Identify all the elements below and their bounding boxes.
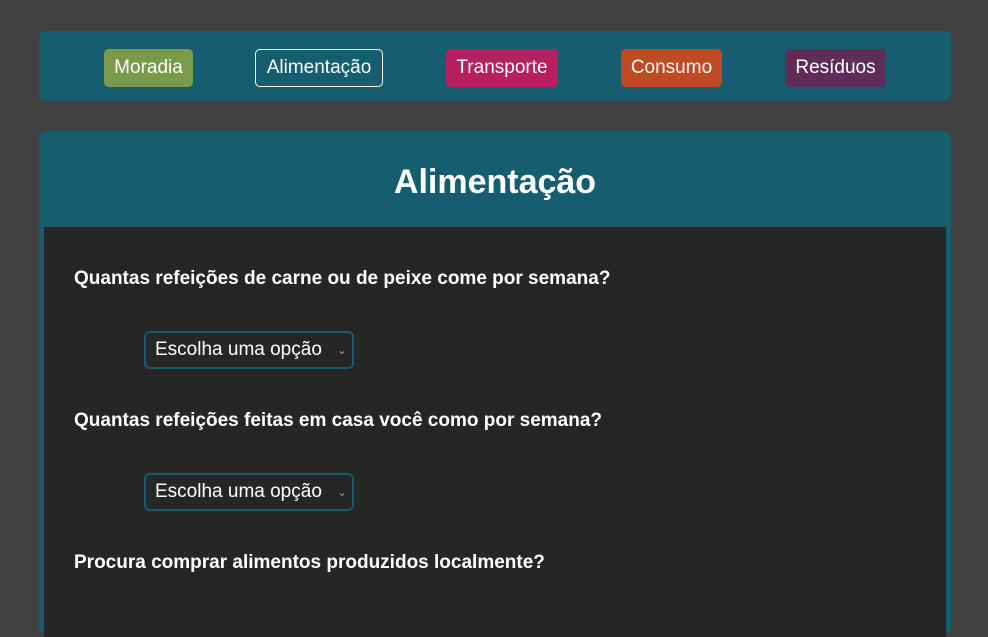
chevron-down-icon: ⌄ [336,343,347,357]
home-meals-select-value: Escolha uma opção [155,481,322,502]
question-local-food: Procura comprar alimentos produzidos loc… [74,552,545,573]
tab-transporte[interactable]: Transporte [446,49,558,87]
home-meals-select[interactable]: Escolha uma opção ⌄ [144,473,354,511]
question-meat-fish-meals: Quantas refeições de carne ou de peixe c… [74,268,611,289]
category-nav: Moradia Alimentação Transporte Consumo R… [39,31,951,101]
tab-residuos[interactable]: Resíduos [785,49,886,87]
tab-alimentacao[interactable]: Alimentação [255,49,383,87]
tab-consumo[interactable]: Consumo [621,49,722,87]
tab-moradia[interactable]: Moradia [104,49,193,87]
question-panel: Quantas refeições de carne ou de peixe c… [44,227,946,637]
section-title: Alimentação [393,163,597,201]
question-home-meals: Quantas refeições feitas em casa você co… [74,410,603,431]
meat-fish-meals-select-value: Escolha uma opção [155,339,322,360]
meat-fish-meals-select[interactable]: Escolha uma opção ⌄ [144,331,354,369]
section-card: Alimentação Quantas refeições de carne o… [39,131,951,637]
chevron-down-icon: ⌄ [336,485,347,499]
